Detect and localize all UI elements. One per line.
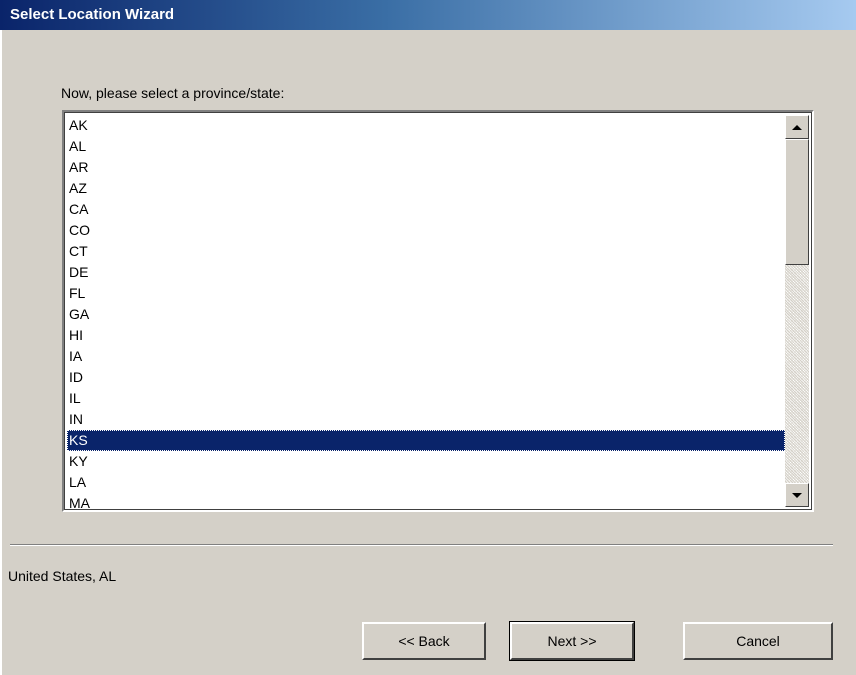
state-list-item[interactable]: AZ xyxy=(67,178,785,199)
state-list-item[interactable]: HI xyxy=(67,325,785,346)
state-list-item[interactable]: KS xyxy=(67,430,785,451)
listbox-scrollbar[interactable] xyxy=(785,115,809,507)
state-list-items: AK AL AR AZ CA CO CT DE FL GA HI IA ID IL IN KS KY LA MA xyxy=(67,115,785,514)
state-list-item[interactable]: AK xyxy=(67,115,785,136)
state-listbox[interactable]: AK AL AR AZ CA CO CT DE FL GA HI IA ID IL IN KS KY LA MA xyxy=(62,110,814,512)
state-list-item[interactable]: LA xyxy=(67,472,785,493)
arrow-up-icon xyxy=(792,124,802,130)
cancel-button[interactable]: Cancel xyxy=(683,622,833,660)
window-title: Select Location Wizard xyxy=(10,6,175,23)
state-list-item[interactable]: IL xyxy=(67,388,785,409)
state-list-item[interactable]: AL xyxy=(67,136,785,157)
state-list-item[interactable]: DE xyxy=(67,262,785,283)
state-list-item[interactable]: KY xyxy=(67,451,785,472)
state-list-item[interactable]: CA xyxy=(67,199,785,220)
state-list-item[interactable]: CT xyxy=(67,241,785,262)
state-prompt-label: Now, please select a province/state: xyxy=(61,85,285,101)
state-list-item[interactable]: ID xyxy=(67,367,785,388)
scroll-thumb[interactable] xyxy=(785,139,809,265)
state-list-item[interactable]: MA xyxy=(67,493,785,514)
next-button[interactable]: Next >> xyxy=(509,621,635,661)
window-title-bar[interactable]: Select Location Wizard xyxy=(0,0,856,30)
selected-location-text: United States, AL xyxy=(8,568,117,584)
back-button[interactable]: << Back xyxy=(362,622,486,660)
state-list-item[interactable]: CO xyxy=(67,220,785,241)
window-border xyxy=(0,30,2,675)
state-list-item[interactable]: IN xyxy=(67,409,785,430)
separator-line xyxy=(10,544,833,546)
state-list-item[interactable]: GA xyxy=(67,304,785,325)
scroll-down-button[interactable] xyxy=(785,483,809,507)
state-list-item[interactable]: FL xyxy=(67,283,785,304)
state-list-item[interactable]: AR xyxy=(67,157,785,178)
scroll-up-button[interactable] xyxy=(785,115,809,139)
state-list-item[interactable]: IA xyxy=(67,346,785,367)
arrow-down-icon xyxy=(792,492,802,498)
